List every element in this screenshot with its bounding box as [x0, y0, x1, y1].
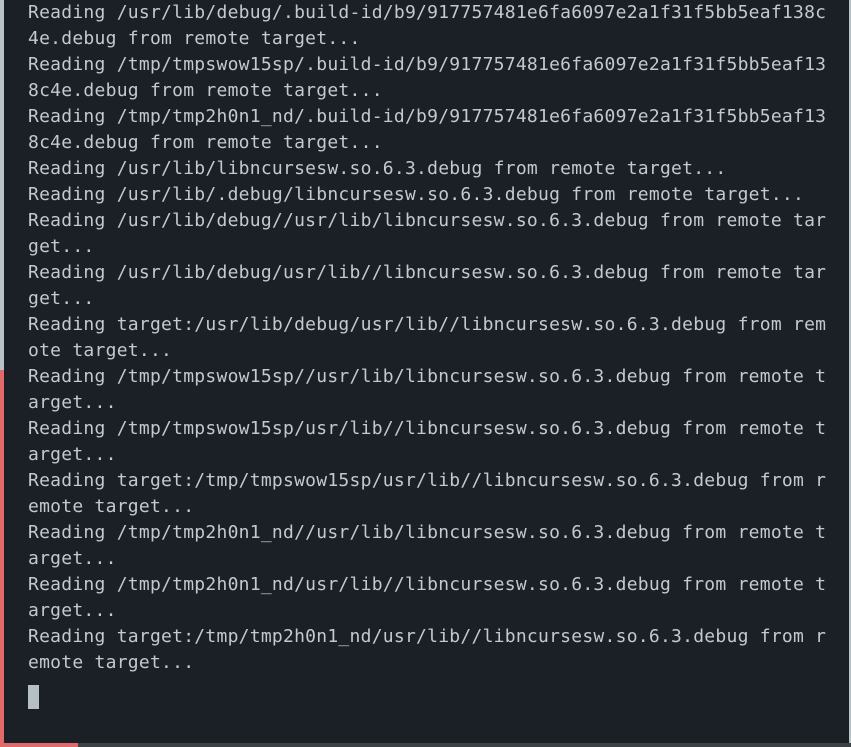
screen: Reading /usr/lib/debug/.build-id/b9/9177… [0, 0, 851, 747]
text-cursor [28, 685, 39, 709]
terminal-line: arget... [28, 548, 117, 569]
terminal-line: Reading /tmp/tmp2h0n1_nd/.build-id/b9/91… [28, 106, 827, 127]
terminal-output: Reading /usr/lib/debug/.build-id/b9/9177… [28, 0, 849, 709]
background-window-bottom-edge [0, 743, 78, 747]
terminal-line: arget... [28, 444, 117, 465]
terminal-line: Reading /tmp/tmp2h0n1_nd//usr/lib/libncu… [28, 522, 827, 543]
terminal-line: Reading /usr/lib/.debug/libncursesw.so.6… [28, 184, 805, 205]
terminal-line: Reading /tmp/tmp2h0n1_nd/usr/lib//libncu… [28, 574, 827, 595]
terminal-window[interactable]: Reading /usr/lib/debug/.build-id/b9/9177… [4, 0, 849, 743]
terminal-line: Reading /tmp/tmpswow15sp/.build-id/b9/91… [28, 54, 827, 75]
terminal-line: emote target... [28, 652, 195, 673]
terminal-line: get... [28, 288, 95, 309]
bottom-edge [0, 743, 851, 747]
terminal-line: ote target... [28, 340, 173, 361]
terminal-line: Reading /usr/lib/debug/usr/lib//libncurs… [28, 262, 827, 283]
terminal-line: Reading /usr/lib/debug/.build-id/b9/9177… [28, 2, 827, 23]
terminal-line: Reading /usr/lib/libncursesw.so.6.3.debu… [28, 158, 727, 179]
terminal-line: arget... [28, 600, 117, 621]
terminal-line: Reading /tmp/tmpswow15sp//usr/lib/libncu… [28, 366, 827, 387]
terminal-line: emote target... [28, 496, 195, 517]
terminal-line: 8c4e.debug from remote target... [28, 132, 383, 153]
terminal-line: Reading /tmp/tmpswow15sp/usr/lib//libncu… [28, 418, 827, 439]
terminal-line: Reading /usr/lib/debug//usr/lib/libncurs… [28, 210, 827, 231]
terminal-line: arget... [28, 392, 117, 413]
terminal-line: Reading target:/tmp/tmpswow15sp/usr/lib/… [28, 470, 827, 491]
terminal-line: 4e.debug from remote target... [28, 28, 361, 49]
terminal-line: Reading target:/usr/lib/debug/usr/lib//l… [28, 314, 827, 335]
terminal-line: Reading target:/tmp/tmp2h0n1_nd/usr/lib/… [28, 626, 827, 647]
terminal-line: 8c4e.debug from remote target... [28, 80, 383, 101]
terminal-line: get... [28, 236, 95, 257]
